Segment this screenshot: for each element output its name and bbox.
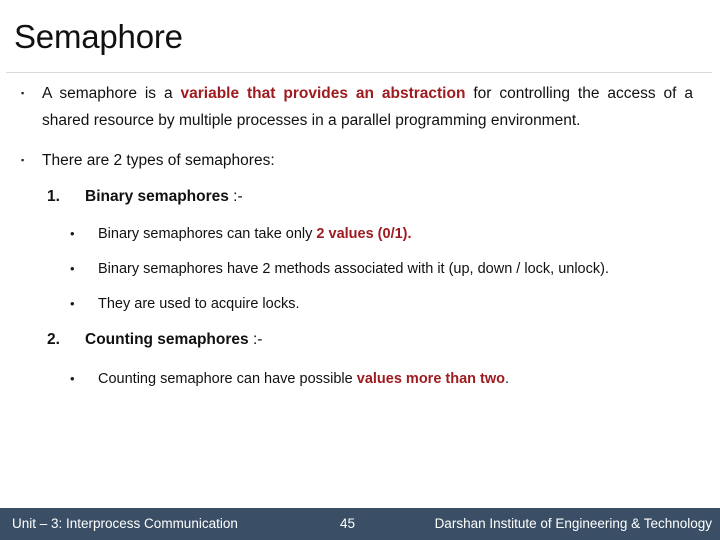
bullet-types-intro: ▪ There are 2 types of semaphores: — [0, 147, 720, 174]
binary-values-text-highlight: 2 values (0/1). — [316, 226, 412, 242]
dot-bullet-icon: • — [70, 226, 75, 241]
square-bullet-icon: ▪ — [21, 88, 25, 98]
slide-footer: Unit – 3: Interprocess Communication 45 … — [0, 508, 720, 540]
list-item-suffix: :- — [248, 331, 263, 348]
sub-bullet-binary-locks: • They are used to acquire locks. — [0, 291, 720, 317]
slide: Semaphore ▪ A semaphore is a variable tha… — [0, 0, 720, 540]
counting-values-text-highlight: values more than two — [356, 371, 506, 387]
list-item-counting-semaphores: 2. Counting semaphores :- — [0, 326, 720, 353]
binary-locks-text: They are used to acquire locks. — [98, 296, 300, 312]
binary-methods-text: Binary semaphores have 2 methods associa… — [98, 261, 609, 277]
bullet-definition: ▪ A semaphore is a variable that provides… — [0, 80, 720, 134]
square-bullet-icon: ▪ — [21, 155, 25, 165]
footer-institute-label: Darshan Institute of Engineering & Techn… — [434, 516, 712, 531]
sub-bullet-counting-values: • Counting semaphore can have possible va… — [0, 366, 720, 392]
list-item-suffix: :- — [228, 188, 243, 205]
sub-bullet-binary-values: • Binary semaphores can take only 2 value… — [0, 221, 720, 247]
types-intro-text: There are 2 types of semaphores: — [42, 152, 275, 169]
definition-text-highlight: variable that provides an abstraction — [180, 85, 466, 102]
dot-bullet-icon: • — [70, 371, 75, 386]
page-title: Semaphore — [14, 18, 183, 55]
slide-body: ▪ A semaphore is a variable that provides… — [0, 80, 720, 500]
list-number: 1. — [47, 188, 60, 205]
list-item-binary-semaphores: 1. Binary semaphores :- — [0, 183, 720, 210]
sub-bullet-binary-methods: • Binary semaphores have 2 methods associ… — [0, 256, 720, 282]
footer-unit-label: Unit – 3: Interprocess Communication — [12, 516, 238, 531]
dot-bullet-icon: • — [70, 261, 75, 276]
counting-values-text-plain: Counting semaphore can have possible — [98, 371, 357, 387]
counting-values-text-end: . — [505, 371, 510, 387]
list-item-heading: Binary semaphores — [85, 188, 229, 205]
definition-text-plain-start: A semaphore is a — [42, 85, 181, 102]
title-divider — [6, 72, 712, 73]
footer-page-number: 45 — [340, 516, 356, 531]
title-area: Semaphore — [0, 0, 720, 74]
dot-bullet-icon: • — [70, 296, 75, 311]
list-item-heading: Counting semaphores — [85, 331, 249, 348]
list-number: 2. — [47, 331, 60, 348]
binary-values-text-plain: Binary semaphores can take only — [98, 226, 317, 242]
